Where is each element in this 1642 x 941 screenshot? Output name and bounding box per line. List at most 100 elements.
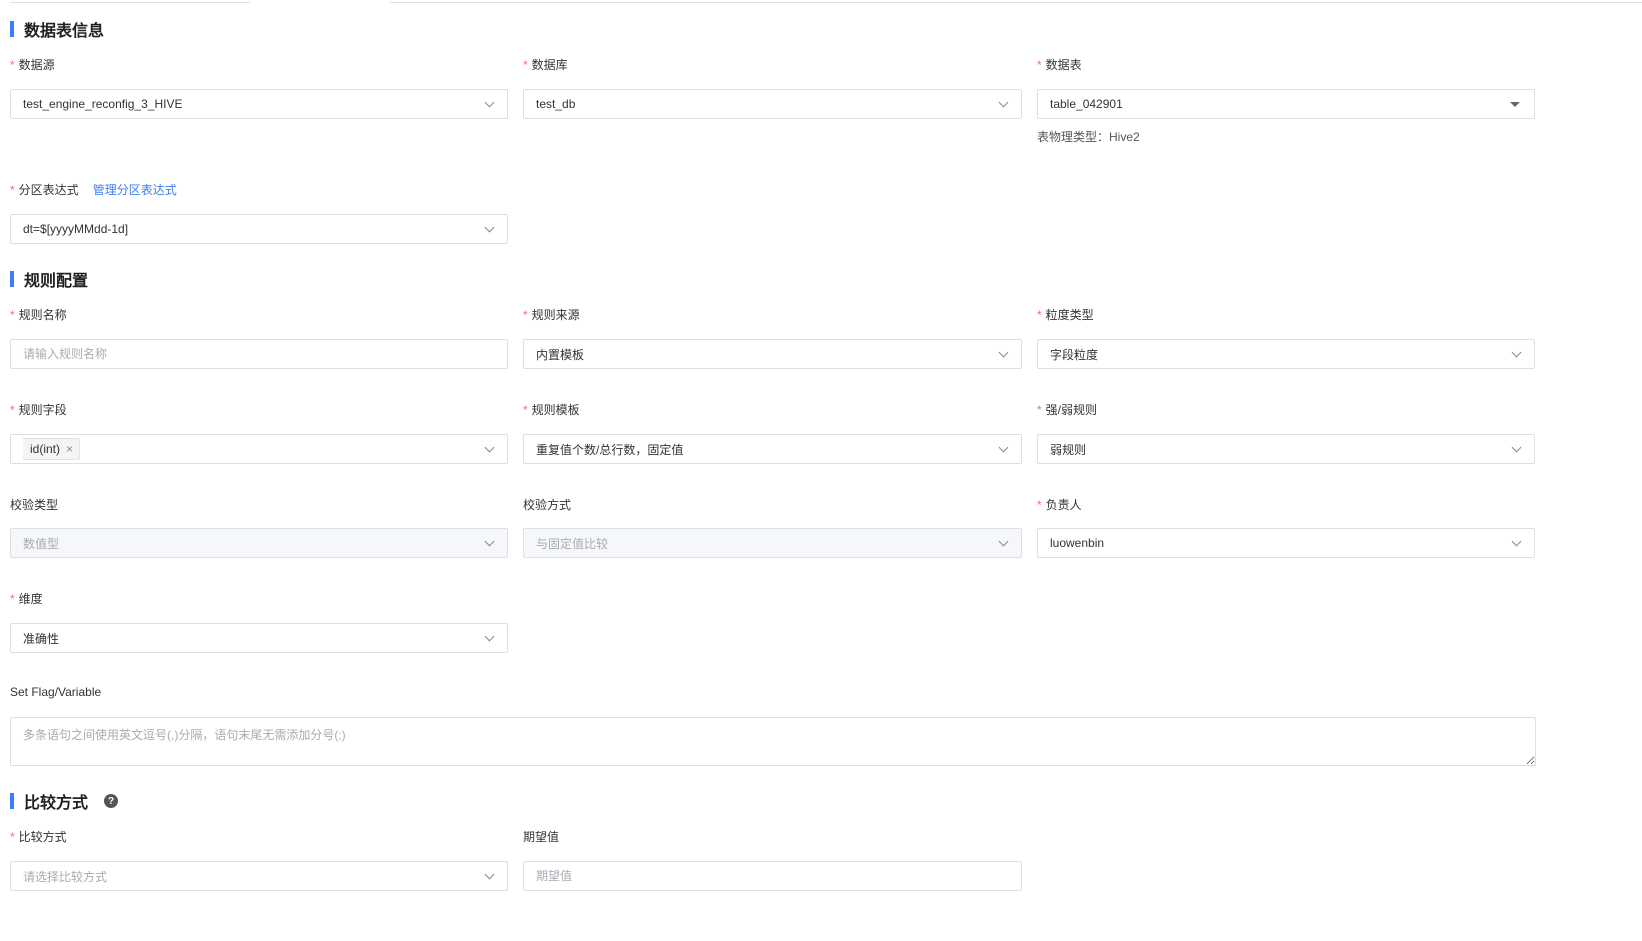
label-text: 强/弱规则	[1045, 403, 1098, 417]
chevron-down-icon	[484, 97, 495, 107]
required-mark: *	[523, 58, 528, 72]
rule-field-label: * 规则字段	[10, 401, 67, 418]
rule-name-label: * 规则名称	[10, 306, 67, 323]
compare-method-placeholder: 请选择比较方式	[23, 869, 108, 884]
check-type-select: 数值型	[10, 528, 508, 558]
label-text: 规则字段	[18, 403, 67, 417]
rule-template-value: 重复值个数/总行数，固定值	[536, 442, 684, 457]
table-select[interactable]: table_042901	[1037, 89, 1535, 119]
caret-down-icon	[1510, 101, 1520, 107]
required-mark: *	[10, 183, 15, 197]
chevron-down-icon	[998, 536, 1009, 546]
datasource-value: test_engine_reconfig_3_HIVE	[23, 97, 183, 111]
label-text: 比较方式	[18, 830, 67, 844]
check-method-label: 校验方式	[523, 498, 572, 512]
strength-label: * 强/弱规则	[1037, 401, 1097, 418]
label-text: 数据源	[18, 58, 55, 72]
chevron-down-icon	[1511, 347, 1522, 357]
owner-label: * 负责人	[1037, 496, 1082, 513]
rule-template-select[interactable]: 重复值个数/总行数，固定值	[523, 434, 1022, 464]
close-icon[interactable]: ×	[66, 442, 73, 456]
strength-value: 弱规则	[1050, 442, 1087, 457]
section-title-table-info: 数据表信息	[10, 19, 105, 40]
rule-source-select[interactable]: 内置模板	[523, 339, 1022, 369]
label-text: 规则模板	[531, 403, 580, 417]
dimension-value: 准确性	[23, 631, 60, 646]
section-accent-bar	[10, 793, 14, 809]
required-mark: *	[1037, 498, 1042, 512]
chevron-down-icon	[998, 347, 1009, 357]
label-text: 规则来源	[531, 308, 580, 322]
datasource-select[interactable]: test_engine_reconfig_3_HIVE	[10, 89, 508, 119]
expected-value-input[interactable]	[523, 861, 1022, 891]
owner-value: luowenbin	[1050, 536, 1105, 550]
section-accent-bar	[10, 21, 14, 37]
rule-field-select[interactable]: id(int) ×	[10, 434, 508, 464]
check-method-value: 与固定值比较	[536, 536, 609, 551]
database-select[interactable]: test_db	[523, 89, 1022, 119]
rule-source-label: * 规则来源	[523, 306, 580, 323]
expected-value-label: 期望值	[523, 830, 560, 844]
label-text: 数据表	[1045, 58, 1082, 72]
dimension-select[interactable]: 准确性	[10, 623, 508, 653]
chevron-down-icon	[484, 222, 495, 232]
label-text: 负责人	[1045, 498, 1082, 512]
chevron-down-icon	[484, 536, 495, 546]
database-value: test_db	[536, 97, 576, 111]
chevron-down-icon	[998, 97, 1009, 107]
required-mark: *	[523, 308, 528, 322]
database-label: * 数据库	[523, 56, 568, 73]
section-title-text: 数据表信息	[24, 23, 105, 40]
section-title-text: 规则配置	[24, 273, 89, 290]
check-type-label: 校验类型	[10, 498, 59, 512]
field-tag: id(int) ×	[23, 438, 81, 460]
chevron-down-icon	[1511, 536, 1522, 546]
compare-method-select[interactable]: 请选择比较方式	[10, 861, 508, 891]
label-text: 规则名称	[18, 308, 67, 322]
flag-variable-label: Set Flag/Variable	[10, 685, 102, 699]
partition-select[interactable]: dt=$[yyyyMMdd-1d]	[10, 214, 508, 244]
compare-method-label: * 比较方式	[10, 828, 67, 845]
granularity-label: * 粒度类型	[1037, 306, 1094, 323]
granularity-select[interactable]: 字段粒度	[1037, 339, 1535, 369]
label-text: 维度	[18, 592, 43, 606]
field-tag-text: id(int)	[30, 442, 61, 456]
check-type-value: 数值型	[23, 536, 60, 551]
owner-select[interactable]: luowenbin	[1037, 528, 1535, 558]
partition-value: dt=$[yyyyMMdd-1d]	[23, 222, 129, 236]
required-mark: *	[10, 403, 15, 417]
label-text: 分区表达式	[18, 183, 79, 197]
table-physical-type: 表物理类型：Hive2	[1037, 130, 1140, 144]
chevron-down-icon	[1511, 442, 1522, 452]
rule-name-input[interactable]	[10, 339, 508, 369]
chevron-down-icon	[998, 442, 1009, 452]
chevron-down-icon	[484, 631, 495, 641]
label-text: 数据库	[531, 58, 568, 72]
manage-partition-link[interactable]: 管理分区表达式	[93, 183, 177, 197]
section-title-text: 比较方式	[24, 795, 89, 812]
rule-source-value: 内置模板	[536, 347, 585, 362]
required-mark: *	[10, 58, 15, 72]
label-text: 粒度类型	[1045, 308, 1094, 322]
required-mark: *	[523, 403, 528, 417]
partition-label: * 分区表达式 管理分区表达式	[10, 181, 177, 198]
tab-underline-right	[390, 0, 1642, 3]
strength-select[interactable]: 弱规则	[1037, 434, 1535, 464]
chevron-down-icon	[484, 869, 495, 879]
check-method-select: 与固定值比较	[523, 528, 1022, 558]
rule-template-label: * 规则模板	[523, 401, 580, 418]
tab-underline-left	[10, 0, 250, 3]
granularity-value: 字段粒度	[1050, 347, 1099, 362]
help-icon[interactable]: ?	[104, 794, 119, 808]
required-mark: *	[1037, 403, 1042, 417]
table-label: * 数据表	[1037, 56, 1082, 73]
chevron-down-icon	[484, 442, 495, 452]
table-value: table_042901	[1050, 97, 1123, 111]
section-accent-bar	[10, 271, 14, 287]
required-mark: *	[1037, 308, 1042, 322]
datasource-label: * 数据源	[10, 56, 55, 73]
required-mark: *	[10, 830, 15, 844]
flag-variable-textarea[interactable]	[10, 717, 1536, 766]
dimension-label: * 维度	[10, 590, 43, 607]
top-tabs-underline	[0, 0, 1642, 4]
